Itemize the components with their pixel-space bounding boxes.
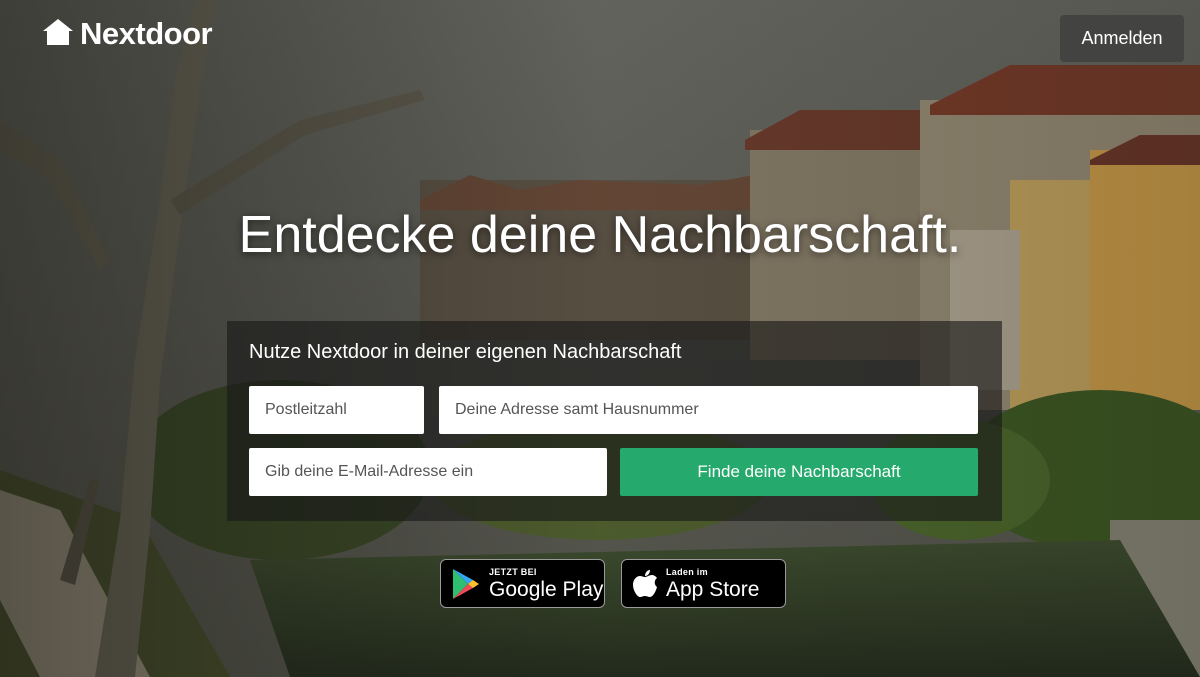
app-store-small-label: Laden im [666, 566, 708, 577]
login-button[interactable]: Anmelden [1060, 15, 1184, 62]
apple-icon [632, 569, 658, 599]
signup-heading: Nutze Nextdoor in deiner eigenen Nachbar… [249, 341, 682, 363]
signup-form: Nutze Nextdoor in deiner eigenen Nachbar… [227, 321, 1002, 521]
google-play-badge[interactable]: JETZT BEI Google Play [440, 559, 605, 608]
google-play-label: Google Play [489, 577, 604, 601]
nextdoor-logo[interactable]: Nextdoor [42, 16, 213, 52]
email-input[interactable] [249, 448, 607, 496]
app-store-label: App Store [666, 577, 760, 601]
app-store-badge[interactable]: Laden im App Store [621, 559, 786, 608]
address-input[interactable] [439, 386, 978, 434]
google-play-small-label: JETZT BEI [489, 566, 537, 577]
hero-title: Entdecke deine Nachbarschaft. [238, 206, 962, 264]
find-neighborhood-button[interactable]: Finde deine Nachbarschaft [620, 448, 978, 496]
google-play-icon [451, 568, 481, 600]
house-icon [42, 18, 74, 51]
zip-input[interactable] [249, 386, 424, 434]
logo-text: Nextdoor [80, 16, 213, 51]
